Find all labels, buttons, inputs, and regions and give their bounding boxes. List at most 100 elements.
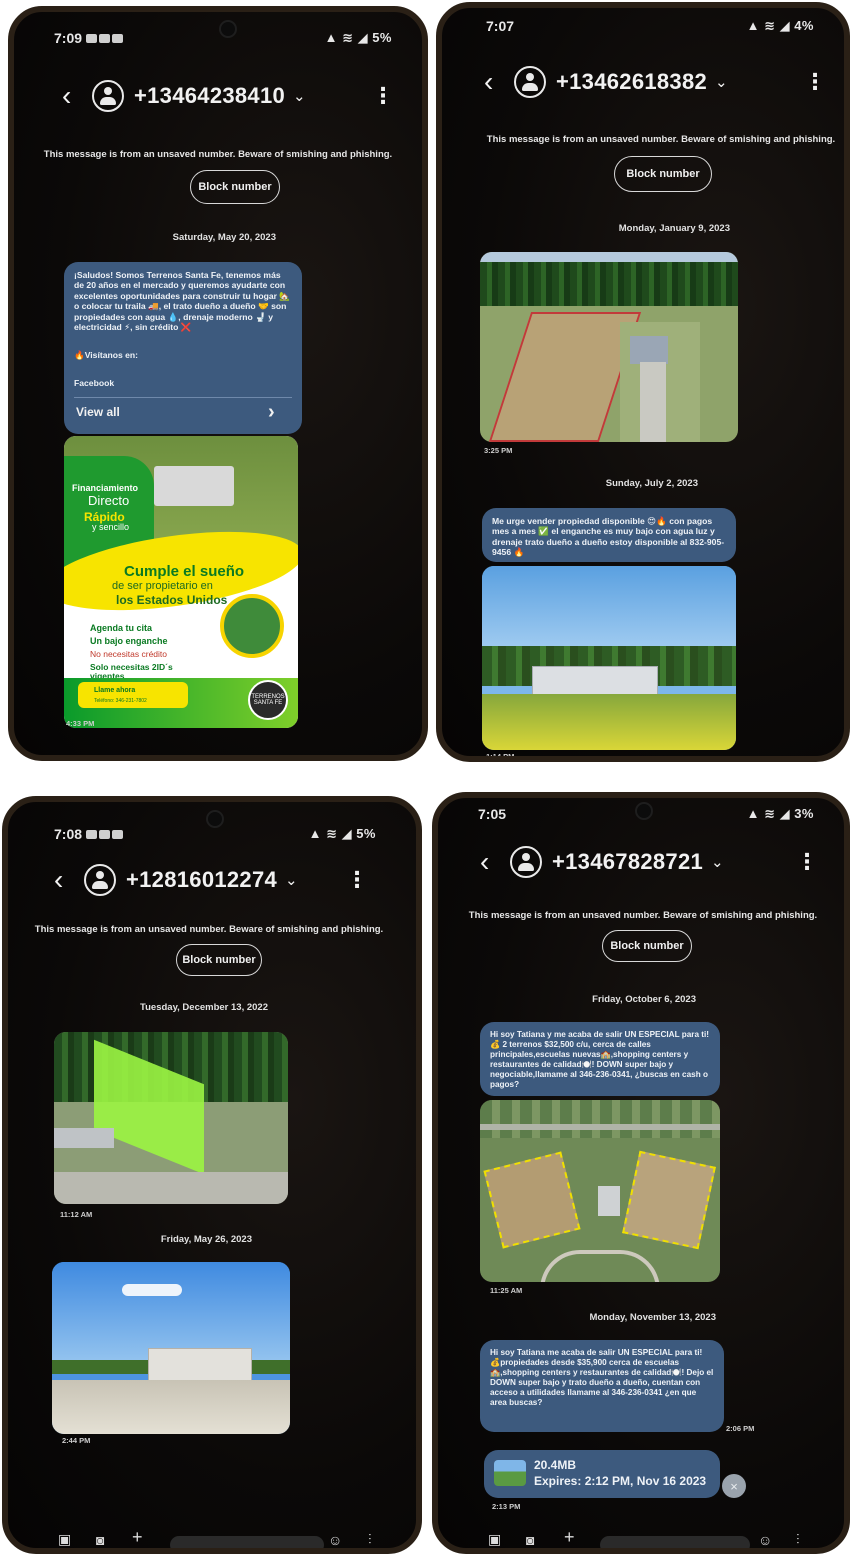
message-bubble[interactable]: Hi soy Tatiana me acaba de salir UN ESPE… [480, 1340, 724, 1432]
date-separator: Monday, November 13, 2023 [589, 1312, 716, 1323]
notification-icons [86, 830, 124, 839]
compose-bar: ▣ ◙ + ☺ ⫶ [438, 1527, 844, 1548]
message-input[interactable] [600, 1536, 750, 1548]
message-timestamp: 1:14 PM [486, 752, 515, 761]
flyer-item-1: Agenda tu cita [90, 623, 153, 633]
chevron-down-icon[interactable]: ⌄ [285, 871, 298, 889]
contact-number[interactable]: +13462618382 [556, 69, 707, 95]
contact-avatar-icon[interactable] [510, 846, 542, 878]
gallery-icon[interactable]: ▣ [488, 1531, 501, 1548]
emoji-icon[interactable]: ☺ [758, 1532, 772, 1548]
chevron-right-icon[interactable]: › [268, 401, 275, 424]
back-icon[interactable]: ‹ [54, 866, 84, 894]
contact-avatar-icon[interactable] [92, 80, 124, 112]
voice-icon[interactable]: ⫶ [368, 1531, 372, 1548]
status-bar: 7:07 ▲ ≋ ◢ 4% [486, 16, 814, 36]
date-separator: Monday, January 9, 2023 [618, 223, 730, 234]
message-text: ¡Saludos! Somos Terrenos Santa Fe, tenem… [74, 270, 291, 333]
conversation-header: ‹ +12816012274 ⌄ ⋮ [54, 862, 368, 898]
message-input[interactable] [170, 1536, 324, 1548]
unsaved-number-warning: This message is from an unsaved number. … [43, 149, 393, 160]
flyer-cta: Llame ahora [94, 686, 136, 694]
attachment-size: 20.4MB [534, 1458, 577, 1472]
back-icon[interactable]: ‹ [484, 68, 514, 96]
message-timestamp: 2:06 PM [726, 1424, 755, 1433]
status-bar: 7:05 ▲ ≋ ◢ 3% [478, 804, 814, 824]
emoji-icon[interactable]: ☺ [328, 1532, 342, 1548]
terrenos-logo: TERRENOS SANTA FE [248, 680, 288, 720]
block-number-button[interactable]: Block number [614, 156, 712, 192]
mms-attachment[interactable]: 20.4MB Expires: 2:12 PM, Nov 16 2023 [484, 1450, 720, 1498]
message-timestamp: 3:25 PM [484, 446, 513, 455]
more-options-icon[interactable]: ⋮ [372, 83, 394, 109]
status-bar: 7:08 ▲ ≋ ◢ 5% [54, 824, 376, 844]
status-time: 7:08 [54, 826, 83, 842]
house-roof [154, 466, 234, 506]
conversation-header: ‹ +13467828721 ⌄ ⋮ [480, 844, 818, 880]
flyer-headline: Cumple el sueño [124, 563, 245, 580]
camera-icon[interactable]: ◙ [526, 1532, 534, 1548]
contact-number[interactable]: +13464238410 [134, 83, 285, 109]
message-timestamp: 2:13 PM [492, 1502, 521, 1511]
more-options-icon[interactable]: ⋮ [796, 849, 818, 875]
block-number-button[interactable]: Block number [190, 170, 280, 204]
contact-avatar-icon[interactable] [514, 66, 546, 98]
close-icon[interactable]: × [722, 1474, 746, 1498]
compose-bar: ▣ ◙ + ☺ ⫶ [8, 1527, 416, 1548]
flyer-sub2: los Estados Unidos [116, 593, 228, 607]
mobile-home-photo[interactable] [52, 1262, 290, 1434]
message-links: 🔥Visítanos en: Facebook [64, 342, 302, 434]
contact-number[interactable]: +12816012274 [126, 867, 277, 893]
phone-screen-4: 7:05 ▲ ≋ ◢ 3% ‹ +13467828721 ⌄ ⋮ This me… [432, 792, 850, 1554]
attachment-expiry: Expires: 2:12 PM, Nov 16 2023 [534, 1474, 707, 1488]
chevron-down-icon[interactable]: ⌄ [711, 853, 724, 871]
chevron-down-icon[interactable]: ⌄ [715, 73, 728, 91]
lot-photo-circle [220, 594, 284, 658]
view-all-link[interactable]: View all [76, 405, 120, 419]
status-time: 7:07 [486, 18, 515, 34]
message-bubble[interactable]: Hi soy Tatiana y me acaba de salir UN ES… [480, 1022, 720, 1096]
two-lots-photo[interactable] [480, 1100, 720, 1282]
voice-icon[interactable]: ⫶ [796, 1531, 800, 1548]
contact-avatar-icon[interactable] [84, 864, 116, 896]
mobile-home-photo[interactable] [482, 566, 736, 750]
block-number-button[interactable]: Block number [602, 930, 692, 962]
more-options-icon[interactable]: ⋮ [346, 867, 368, 893]
back-icon[interactable]: ‹ [480, 848, 510, 876]
battery-level: ▲ ≋ ◢ 5% [324, 30, 392, 45]
chevron-down-icon[interactable]: ⌄ [293, 87, 306, 105]
notification-icons [86, 34, 124, 43]
battery-level: ▲ ≋ ◢ 4% [746, 18, 814, 33]
back-icon[interactable]: ‹ [62, 82, 92, 110]
promo-flyer-image[interactable]: Financiamiento Directo Rápido y sencillo… [64, 436, 298, 728]
more-options-icon[interactable]: ⋮ [804, 69, 826, 95]
contact-number[interactable]: +13467828721 [552, 849, 703, 875]
message-bubble[interactable]: Me urge vender propiedad disponible 😍🔥 c… [482, 508, 736, 562]
green-lot-photo[interactable] [54, 1032, 288, 1204]
flyer-cta-phone: Teléfono: 346-231-7802 [94, 697, 147, 704]
flyer-item-3: No necesitas crédito [90, 649, 168, 659]
status-bar: 7:09 ▲ ≋ ◢ 5% [54, 28, 392, 48]
date-separator: Saturday, May 20, 2023 [172, 232, 276, 243]
add-icon[interactable]: + [564, 1527, 575, 1548]
status-time: 7:09 [54, 30, 83, 46]
battery-level: ▲ ≋ ◢ 5% [308, 826, 376, 841]
date-separator: Sunday, July 2, 2023 [605, 478, 698, 489]
gallery-icon[interactable]: ▣ [58, 1531, 71, 1548]
phone-screen-3: 7:08 ▲ ≋ ◢ 5% ‹ +12816012274 ⌄ ⋮ This me… [2, 796, 422, 1554]
add-icon[interactable]: + [132, 1527, 143, 1548]
divider [74, 397, 292, 398]
conversation-header: ‹ +13464238410 ⌄ ⋮ [62, 78, 394, 114]
aerial-land-photo[interactable] [480, 252, 738, 442]
flyer-directo: Directo [88, 493, 130, 508]
camera-icon[interactable]: ◙ [96, 1532, 104, 1548]
facebook-link[interactable]: Facebook [74, 378, 114, 388]
block-number-button[interactable]: Block number [176, 944, 262, 976]
unsaved-number-warning: This message is from an unsaved number. … [468, 910, 818, 921]
message-timestamp: 2:44 PM [62, 1436, 91, 1445]
flyer-sub: de ser propietario en [112, 580, 213, 592]
flyer-sencillo: y sencillo [92, 522, 130, 532]
message-timestamp: 4:33 PM [66, 719, 95, 728]
battery-level: ▲ ≋ ◢ 3% [746, 806, 814, 821]
unsaved-number-warning: This message is from an unsaved number. … [486, 134, 836, 145]
